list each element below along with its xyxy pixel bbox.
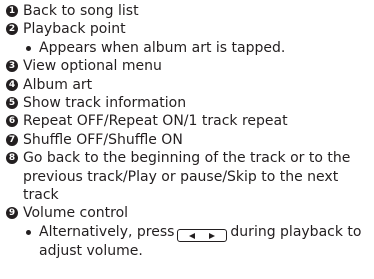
item-text: Volume control bbox=[23, 205, 129, 222]
triangle-right-icon bbox=[209, 232, 216, 239]
volume-down-up-key-icon bbox=[177, 229, 228, 243]
list-item: 3 View optional menu bbox=[6, 57, 374, 75]
list-item: 5 Show track information bbox=[6, 94, 374, 112]
item-number: 7 bbox=[6, 133, 18, 146]
item-text: Go back to the beginning of the track or… bbox=[23, 150, 351, 204]
item-number: 5 bbox=[6, 97, 18, 110]
item-text: View optional menu bbox=[23, 58, 162, 75]
bullet-icon bbox=[26, 229, 31, 235]
item-number: 1 bbox=[6, 5, 18, 17]
item-text: Back to song list bbox=[23, 3, 139, 19]
item-text: Shuffle OFF/Shuffle ON bbox=[23, 131, 183, 148]
note-text: Appears when album art is tapped. bbox=[39, 39, 286, 56]
list-item: 4 Album art bbox=[6, 76, 374, 94]
item-text: Album art bbox=[23, 76, 93, 93]
note-before-text: Alternatively, press bbox=[39, 223, 175, 240]
item-number: 9 bbox=[6, 207, 18, 220]
manual-page: 1 Back to song list 2 Playback point App… bbox=[0, 0, 374, 279]
list-item: 7 Shuffle OFF/Shuffle ON bbox=[6, 131, 374, 149]
sub-note: Appears when album art is tapped. bbox=[26, 39, 374, 57]
item-text: Repeat OFF/Repeat ON/1 track repeat bbox=[23, 113, 288, 130]
item-number: 4 bbox=[6, 78, 18, 91]
item-number: 8 bbox=[6, 152, 18, 165]
bullet-icon bbox=[26, 45, 31, 51]
list-item: 9 Volume control bbox=[6, 204, 374, 222]
item-number: 2 bbox=[6, 23, 18, 36]
list-item: 2 Playback point bbox=[6, 20, 374, 38]
list-item: 8 Go back to the beginning of the track … bbox=[6, 149, 374, 204]
list-item: 1 Back to song list bbox=[6, 2, 374, 20]
sub-note: Alternatively, press during playback to a… bbox=[26, 223, 374, 261]
list-item: 6 Repeat OFF/Repeat ON/1 track repeat bbox=[6, 112, 374, 130]
item-text: Show track information bbox=[23, 95, 187, 112]
item-number: 6 bbox=[6, 115, 18, 128]
note-text: Alternatively, press during playback to a… bbox=[39, 223, 369, 261]
item-text: Playback point bbox=[23, 21, 126, 38]
callout-list: 1 Back to song list 2 Playback point App… bbox=[6, 2, 374, 261]
triangle-left-icon bbox=[189, 232, 196, 239]
item-number: 3 bbox=[6, 60, 18, 73]
